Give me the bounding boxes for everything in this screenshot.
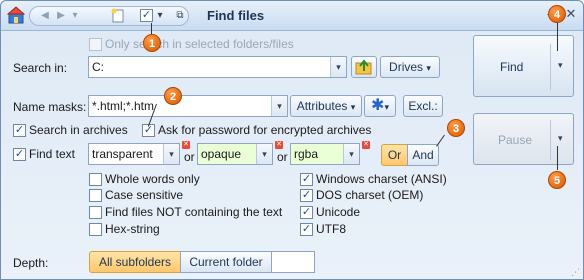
find-text-checkbox[interactable]: ✓ [13, 148, 26, 161]
ansi-charset-checkbox[interactable]: ✓ [300, 173, 313, 186]
find-files-window: ◀ ▶ ▾ ✓ ▾ ⧉ Find files – ✕ 1 Only search… [0, 0, 584, 280]
asterisk-icon: ✱ [371, 97, 385, 114]
utf8-label: UTF8 [316, 222, 346, 236]
remove-term-2-icon[interactable]: ✕ [275, 141, 283, 149]
current-folder-button[interactable]: Current folder [180, 251, 272, 273]
chevron-down-icon[interactable]: ▾ [70, 9, 80, 23]
name-masks-field[interactable]: *.html;*.htm ▾ [88, 95, 288, 117]
whole-words-label: Whole words only [105, 172, 200, 186]
remove-term-3-icon[interactable]: ✕ [362, 141, 370, 149]
pause-label: Pause [498, 133, 533, 147]
ansi-charset-label: Windows charset (ANSI) [316, 172, 447, 186]
find-dropdown-icon[interactable]: ▾ [558, 60, 563, 71]
depth-label: Depth: [13, 256, 49, 270]
callout-badge-5: 5 [548, 171, 566, 189]
name-masks-value: *.html;*.htm [92, 99, 155, 113]
attributes-button[interactable]: Attributes ▾ [290, 95, 362, 117]
quick-access-toolbar: ◀ ▶ ▾ ✓ ▾ ⧉ [29, 6, 189, 26]
or-separator-2: or [277, 150, 288, 164]
text-term-3-dropdown-icon[interactable]: ▾ [343, 144, 359, 164]
remove-term-1-icon[interactable]: ✕ [182, 141, 190, 149]
folder-up-icon [355, 59, 372, 75]
find-split-divider [550, 44, 551, 90]
oem-charset-label: DOS charset (OEM) [316, 188, 424, 202]
text-term-2-value: opaque [201, 147, 242, 161]
text-term-2-dropdown-icon[interactable]: ▾ [256, 144, 272, 164]
exclude-button[interactable]: Excl.: [403, 95, 443, 117]
pause-dropdown-icon[interactable]: ▾ [558, 133, 563, 144]
only-selected-label: Only search in selected folders/files [105, 37, 294, 51]
or-separator-1: or [184, 150, 195, 164]
ask-password-label: Ask for password for encrypted archives [158, 123, 372, 137]
drives-dropdown-icon: ▾ [426, 63, 431, 73]
callout-line-3 [436, 134, 445, 147]
depth-level-field[interactable] [271, 251, 315, 273]
callout-badge-3: 3 [447, 119, 465, 137]
find-button[interactable]: Find ▾ [473, 35, 574, 97]
window-title: Find files [207, 8, 265, 23]
hex-string-label: Hex-string [105, 222, 160, 236]
name-masks-dropdown-icon[interactable]: ▾ [271, 96, 287, 116]
not-containing-label: Find files NOT containing the text [105, 205, 283, 219]
text-term-1-value: transparent [92, 147, 153, 161]
title-bar: ◀ ▶ ▾ ✓ ▾ ⧉ Find files – ✕ [1, 1, 583, 31]
name-masks-label: Name masks: [13, 100, 87, 114]
utf8-checkbox[interactable]: ✓ [300, 223, 313, 236]
search-in-field[interactable]: C: ▾ [88, 56, 347, 78]
unicode-label: Unicode [316, 205, 361, 219]
resize-grip-icon[interactable]: ⋰ [571, 267, 580, 278]
only-selected-checkbox[interactable] [89, 38, 102, 51]
customize-toolbar-icon[interactable]: ⧉ [174, 9, 186, 23]
search-in-value: C: [92, 60, 104, 74]
text-term-3-value: rgba [294, 147, 319, 161]
callout-badge-1: 1 [143, 34, 161, 52]
text-term-1-dropdown-icon[interactable]: ▾ [163, 144, 179, 164]
callout-badge-2: 2 [164, 87, 182, 105]
browse-folder-button[interactable] [351, 56, 377, 78]
callout-line-4 [557, 21, 558, 51]
search-archives-checkbox[interactable]: ✓ [13, 124, 26, 137]
or-toggle-button[interactable]: Or [381, 144, 408, 166]
find-text-label: Find text [29, 147, 76, 161]
hex-string-checkbox[interactable] [89, 223, 102, 236]
new-document-icon[interactable] [110, 8, 126, 24]
toolbar-checkbox-icon[interactable]: ✓ [140, 9, 153, 22]
find-label: Find [500, 60, 524, 74]
case-sensitive-checkbox[interactable] [89, 189, 102, 202]
drives-button[interactable]: Drives ▾ [380, 56, 440, 78]
forward-arrow-icon[interactable]: ▶ [54, 9, 68, 23]
drives-label: Drives [389, 60, 424, 74]
pause-button[interactable]: Pause ▾ [473, 113, 574, 165]
not-containing-checkbox[interactable] [89, 206, 102, 219]
unicode-checkbox[interactable]: ✓ [300, 206, 313, 219]
search-archives-label: Search in archives [29, 123, 128, 137]
attributes-label: Attributes [296, 99, 348, 113]
checkbox-dropdown-icon[interactable]: ▾ [155, 9, 165, 23]
text-term-2-field[interactable]: opaque ▾ [197, 143, 273, 165]
all-subfolders-button[interactable]: All subfolders [89, 251, 181, 273]
case-sensitive-label: Case sensitive [105, 188, 184, 202]
back-arrow-icon[interactable]: ◀ [38, 9, 52, 23]
and-toggle-button[interactable]: And [407, 144, 439, 166]
pause-split-divider [550, 120, 551, 160]
oem-charset-checkbox[interactable]: ✓ [300, 189, 313, 202]
wildcard-button[interactable]: ✱▾ [364, 95, 396, 117]
app-home-icon[interactable] [7, 6, 25, 24]
search-in-label: Search in: [13, 61, 68, 75]
search-in-dropdown-icon[interactable]: ▾ [330, 57, 346, 77]
callout-badge-4: 4 [548, 5, 566, 23]
attributes-dropdown-icon: ▾ [350, 102, 356, 112]
callout-line-5 [557, 146, 558, 170]
text-term-3-field[interactable]: rgba ▾ [290, 143, 360, 165]
whole-words-checkbox[interactable] [89, 173, 102, 186]
wildcard-dropdown-icon: ▾ [384, 102, 389, 112]
text-term-1-field[interactable]: transparent ▾ [88, 143, 180, 165]
